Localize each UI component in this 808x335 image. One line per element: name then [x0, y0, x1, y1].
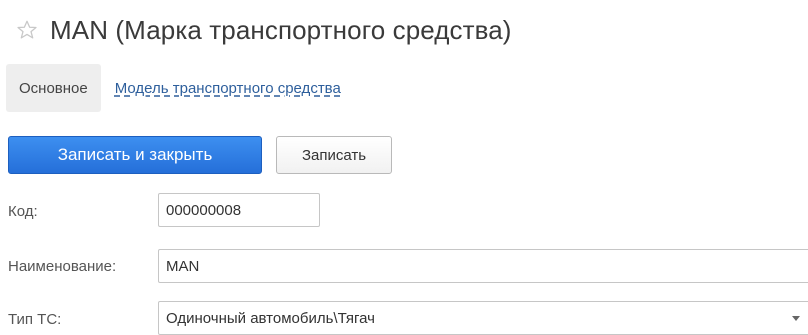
name-label: Наименование: [8, 258, 117, 275]
tab-vehicle-model-link[interactable]: Модель транспортного средства [115, 80, 341, 97]
form-tabs: Основное Модель транспортного средства [6, 64, 341, 112]
tab-main[interactable]: Основное [6, 64, 101, 112]
code-field[interactable]: 000000008 [158, 193, 320, 227]
code-value: 000000008 [166, 201, 242, 219]
name-value: MAN [166, 257, 200, 275]
save-and-close-button[interactable]: Записать и закрыть [8, 136, 262, 174]
toolbar: Записать и закрыть Записать [8, 136, 392, 174]
page-title: MAN (Марка транспортного средства) [50, 14, 512, 45]
vehicle-type-value: Одиночный автомобиль\Тягач [166, 309, 375, 327]
name-field[interactable]: MAN [158, 249, 808, 283]
save-button[interactable]: Записать [276, 136, 392, 174]
favorite-star-icon[interactable] [14, 17, 40, 43]
vehicle-type-label: Тип ТС: [8, 311, 62, 328]
code-label: Код: [8, 203, 38, 220]
vehicle-type-select[interactable]: Одиночный автомобиль\Тягач [158, 301, 808, 335]
title-row: MAN (Марка транспортного средства) [14, 12, 512, 48]
dropdown-arrow-icon[interactable] [783, 302, 808, 334]
